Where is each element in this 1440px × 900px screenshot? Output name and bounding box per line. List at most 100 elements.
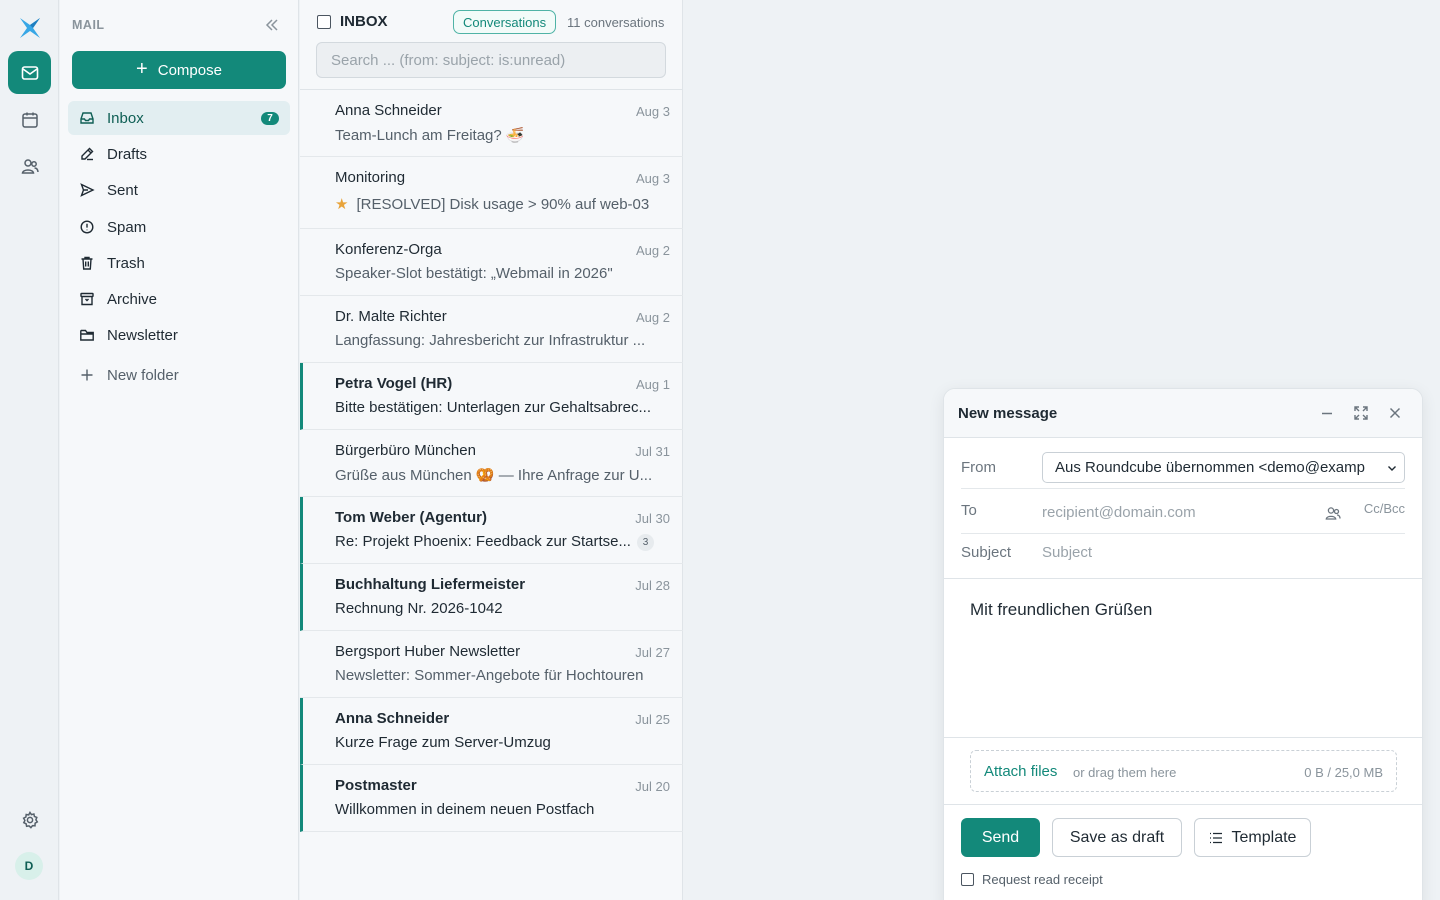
app-logo-icon bbox=[20, 18, 40, 38]
compose-title: New message bbox=[958, 405, 1058, 422]
message-row[interactable]: Bergsport Huber Newsletter Jul 27 Newsle… bbox=[300, 631, 683, 698]
from-value: Aus Roundcube übernommen <demo@examp bbox=[1055, 459, 1365, 476]
mail-icon bbox=[21, 65, 38, 80]
message-date: Jul 20 bbox=[635, 779, 670, 794]
message-row[interactable]: Konferenz-Orga Aug 2 Speaker-Slot bestät… bbox=[300, 229, 683, 296]
message-subject: Langfassung: Jahresbericht zur Infrastru… bbox=[335, 332, 646, 349]
message-subject: Rechnung Nr. 2026-1042 bbox=[335, 600, 503, 617]
rail-mail-button[interactable] bbox=[8, 51, 51, 94]
message-date: Jul 31 bbox=[635, 444, 670, 459]
message-sender: Anna Schneider bbox=[335, 710, 450, 727]
message-sender: Tom Weber (Agentur) bbox=[335, 509, 487, 526]
new-folder-button[interactable]: New folder bbox=[68, 358, 290, 392]
expand-icon[interactable] bbox=[1352, 404, 1370, 422]
contacts-picker-icon[interactable] bbox=[1324, 504, 1342, 522]
folder-item-archive[interactable]: Archive bbox=[68, 282, 290, 316]
message-sender: Bürgerbüro München bbox=[335, 442, 476, 459]
message-sender: Buchhaltung Liefermeister bbox=[335, 576, 526, 593]
message-date: Aug 2 bbox=[636, 243, 670, 258]
pencil-icon bbox=[81, 147, 94, 161]
trash-icon bbox=[81, 256, 93, 270]
message-date: Aug 3 bbox=[636, 104, 670, 119]
compose-label: Compose bbox=[157, 61, 222, 79]
close-icon[interactable] bbox=[1386, 404, 1404, 422]
minimize-icon[interactable] bbox=[1318, 404, 1336, 422]
folder-label: Drafts bbox=[107, 145, 148, 163]
compose-window: New message From Aus Roundcube übernomme… bbox=[943, 388, 1423, 900]
read-receipt-option[interactable]: Request read receipt bbox=[961, 872, 1103, 887]
collapse-sidebar-icon[interactable] bbox=[263, 16, 281, 34]
message-date: Aug 1 bbox=[636, 377, 670, 392]
message-date: Jul 30 bbox=[635, 511, 670, 526]
message-row[interactable]: Monitoring Aug 3 ★ [RESOLVED] Disk usage … bbox=[300, 157, 683, 229]
select-all-checkbox[interactable] bbox=[317, 15, 331, 29]
plus-icon: + bbox=[136, 58, 148, 80]
save-draft-button[interactable]: Save as draft bbox=[1052, 818, 1182, 857]
divider bbox=[944, 804, 1422, 805]
message-subject-line: ★ [RESOLVED] Disk usage > 90% auf web-03 bbox=[335, 195, 668, 213]
message-row[interactable]: Postmaster Jul 20 Willkommen in deinem n… bbox=[300, 765, 683, 832]
message-body-editor[interactable]: Mit freundlichen Grüßen bbox=[944, 578, 1422, 738]
folder-item-drafts[interactable]: Drafts bbox=[68, 137, 290, 171]
calendar-icon bbox=[21, 112, 38, 128]
folder-item-sent[interactable]: Sent bbox=[68, 173, 290, 207]
subject-input[interactable]: Subject bbox=[1042, 544, 1092, 561]
rail-settings-button[interactable] bbox=[8, 798, 51, 841]
inbox-icon bbox=[80, 112, 94, 124]
folder-label: Spam bbox=[107, 218, 147, 236]
message-row[interactable]: Petra Vogel (HR) Aug 1 Bitte bestätigen:… bbox=[300, 363, 683, 430]
conversations-toggle[interactable]: Conversations bbox=[453, 10, 557, 34]
conversation-count: 11 conversations bbox=[567, 15, 665, 30]
archive-icon bbox=[80, 292, 94, 306]
message-row[interactable]: Anna Schneider Jul 25 Kurze Frage zum Se… bbox=[300, 698, 683, 765]
message-subject: Bitte bestätigen: Unterlagen zur Gehalts… bbox=[335, 399, 652, 416]
rail-contacts-button[interactable] bbox=[8, 144, 51, 187]
message-sender: Postmaster bbox=[335, 777, 417, 794]
folder-item-spam[interactable]: Spam bbox=[68, 210, 290, 244]
message-row[interactable]: Buchhaltung Liefermeister Jul 28 Rechnun… bbox=[300, 564, 683, 631]
search-input[interactable] bbox=[316, 42, 666, 78]
folder-title: INBOX bbox=[340, 13, 388, 30]
signature-text: Mit freundlichen Grüßen bbox=[970, 600, 1153, 619]
message-subject: Kurze Frage zum Server-Umzug bbox=[335, 734, 551, 751]
message-sender: Dr. Malte Richter bbox=[335, 308, 447, 325]
folder-item-inbox[interactable]: Inbox 7 bbox=[68, 101, 290, 135]
avatar[interactable]: D bbox=[15, 852, 43, 880]
message-sender: Bergsport Huber Newsletter bbox=[335, 643, 521, 660]
message-sender: Konferenz-Orga bbox=[335, 241, 442, 258]
message-date: Jul 27 bbox=[635, 645, 670, 660]
list-icon bbox=[1209, 832, 1222, 843]
message-subject: Willkommen in deinem neuen Postfach bbox=[335, 801, 595, 818]
message-date: Aug 3 bbox=[636, 171, 670, 186]
attachment-dropzone[interactable]: Attach files or drag them here 0 B / 25,… bbox=[970, 750, 1397, 792]
template-button[interactable]: Template bbox=[1194, 818, 1311, 857]
folder-item-trash[interactable]: Trash bbox=[68, 246, 290, 280]
message-row[interactable]: Tom Weber (Agentur) Jul 30 Re: Projekt P… bbox=[300, 497, 683, 564]
app-rail: D bbox=[0, 0, 59, 900]
folder-label: Sent bbox=[107, 181, 138, 199]
from-select[interactable]: Aus Roundcube übernommen <demo@examp bbox=[1042, 452, 1405, 483]
read-receipt-checkbox[interactable] bbox=[961, 873, 974, 886]
attach-files-link[interactable]: Attach files bbox=[984, 763, 1057, 780]
message-row[interactable]: Bürgerbüro München Jul 31 Grüße aus Münc… bbox=[300, 430, 683, 497]
from-label: From bbox=[961, 459, 996, 476]
to-row: To recipient@domain.com Cc/Bcc bbox=[961, 490, 1405, 534]
message-row[interactable]: Dr. Malte Richter Aug 2 Langfassung: Jah… bbox=[300, 296, 683, 363]
read-receipt-label: Request read receipt bbox=[982, 872, 1103, 887]
folder-label: Archive bbox=[107, 290, 158, 308]
to-input[interactable]: recipient@domain.com bbox=[1042, 504, 1196, 521]
rail-calendar-button[interactable] bbox=[8, 98, 51, 141]
star-icon[interactable]: ★ bbox=[335, 196, 348, 213]
cc-bcc-toggle[interactable]: Cc/Bcc bbox=[1364, 501, 1405, 516]
folder-label: Trash bbox=[107, 254, 145, 272]
template-label: Template bbox=[1231, 828, 1297, 846]
send-icon bbox=[80, 183, 95, 197]
folder-item-newsletter[interactable]: Newsletter bbox=[68, 318, 290, 352]
send-button[interactable]: Send bbox=[961, 818, 1040, 857]
spam-icon bbox=[80, 220, 94, 234]
compose-header: New message bbox=[944, 389, 1422, 438]
message-row[interactable]: Anna Schneider Aug 3 Team-Lunch am Freit… bbox=[300, 90, 683, 157]
folder-icon bbox=[80, 329, 94, 341]
compose-button[interactable]: + Compose bbox=[72, 51, 286, 89]
unread-badge: 7 bbox=[261, 112, 279, 125]
